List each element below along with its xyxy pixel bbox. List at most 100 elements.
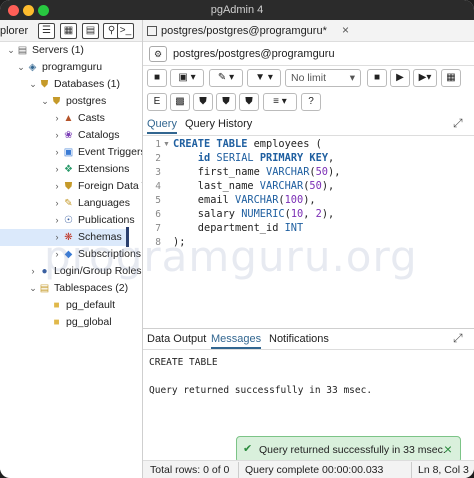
tree-node-casts[interactable]: › ▲ Casts [52,110,105,127]
tab-data-output[interactable]: Data Output [147,333,206,345]
table-view-icon[interactable]: ▦ [60,23,77,39]
chevron-right-icon[interactable]: › [52,127,62,144]
help-icon[interactable]: ? [301,93,321,111]
open-file-icon[interactable]: ■ [147,69,167,87]
line-gutter: 1 ▼ 2 3 4 5 6 7 8 [143,136,170,328]
connection-label[interactable]: postgres/postgres@programguru [173,48,335,60]
tree-node-databases[interactable]: ⌄ ⛊ Databases (1) [28,76,120,93]
line-number: 3 [155,167,161,178]
tab-notifications[interactable]: Notifications [269,333,329,345]
execute-icon[interactable]: ▶ [390,69,410,87]
extensions-icon: ❖ [64,164,73,175]
stop-icon[interactable]: ■ [367,69,387,87]
line-number: 5 [155,195,161,206]
chevron-right-icon[interactable]: › [52,178,62,195]
query-tool-icon [147,26,157,36]
query-tool-tab-title: postgres/postgres@programguru* [161,25,327,37]
window-title: pgAdmin 4 [210,4,264,16]
chevron-right-icon[interactable]: › [52,229,62,246]
expand-icon[interactable]: ⤢ [453,331,463,346]
execute-options-icon[interactable]: ▶▾ [413,69,437,87]
clear-icon[interactable]: ⛊ [239,93,259,111]
tree-node-extensions[interactable]: › ❖ Extensions [52,161,130,178]
check-circle-icon: ✔ [243,443,253,455]
chart-icon[interactable]: ▩ [170,93,190,111]
catalogs-icon: ❀ [64,130,73,141]
close-toast-icon[interactable]: × [444,441,452,457]
tree-node-label: Databases (1) [54,78,120,90]
tree-node-pg-global[interactable]: ■ pg_global [40,314,111,331]
tab-query-history[interactable]: Query History [185,118,252,130]
chevron-right-icon[interactable]: › [52,195,62,212]
output-tabs: Data Output Messages Notifications ⤢ [143,329,474,350]
edit-icon[interactable]: ✎ ▾ [209,69,243,87]
tree-node-subscriptions[interactable]: › ◆ Subscriptions [52,246,142,263]
object-properties-icon[interactable]: ☰ [38,23,55,39]
tree-node-catalogs[interactable]: › ❀ Catalogs [52,127,120,144]
status-query-complete: Query complete 00:00:00.033 [245,464,384,476]
tree-node-foreign-data[interactable]: ›⛊ Foreign Data W [52,178,143,195]
tree-node-servers[interactable]: ⌄ ▤ Servers (1) [6,42,84,59]
tree-node-programguru[interactable]: ⌄ ◈ programguru [16,59,102,76]
chevron-down-icon[interactable]: ⌄ [28,280,38,297]
chevron-right-icon[interactable]: › [52,161,62,178]
chevron-right-icon[interactable]: › [28,263,38,280]
chevron-right-icon[interactable]: › [52,246,62,263]
connection-bar: ⚙ postgres/postgres@programguru [143,42,474,66]
chevron-down-icon[interactable]: ⌄ [16,59,26,76]
tree-node-publications[interactable]: › ☉ Publications [52,212,135,229]
object-explorer-tree: ⌄ ▤ Servers (1) ⌄ ◈ programguru ⌄ ⛊ Databases … [0,42,142,470]
explain-analyze-icon[interactable]: E [147,93,167,111]
sql-editor[interactable]: 1 ▼ 2 3 4 5 6 7 8 CREATE TABLE employees… [143,136,474,328]
tab-messages[interactable]: Messages [211,333,262,349]
code-line: department_id INT [173,222,304,234]
commit-icon[interactable]: ⛊ [193,93,213,111]
subscriptions-icon: ◆ [64,249,73,260]
tree-scrollbar[interactable] [126,227,129,247]
chevron-right-icon[interactable]: › [52,212,62,229]
languages-icon: ✎ [64,198,73,209]
query-tool-tab[interactable]: postgres/postgres@programguru* × [143,20,474,42]
status-separator [238,462,239,478]
tree-node-label: Login/Group Roles [54,265,142,277]
tree-node-postgres[interactable]: ⌄ ⛊ postgres [40,93,106,110]
tree-node-languages[interactable]: › ✎ Languages [52,195,130,212]
fold-chevron-icon[interactable]: ▼ [163,141,170,148]
chevron-right-icon[interactable]: › [52,110,62,127]
pgadmin-window: pgAdmin 4 plorer ☰ ▦ ▤ ⚲ >_ ⌄ ▤ Servers (1… [0,0,474,478]
foreign-data-icon: ⛊ [64,181,73,192]
tree-node-pg-default[interactable]: ■ pg_default [40,297,115,314]
psql-tool-icon[interactable]: >_ [117,23,134,39]
code-line: salary NUMERIC(10, 2), [173,208,335,220]
filter-rows-icon[interactable]: ▤ [82,23,99,39]
tab-query[interactable]: Query [147,118,177,134]
status-bar: Total rows: 0 of 0 Query complete 00:00:… [143,460,474,478]
explain-icon[interactable]: ▦ [441,69,461,87]
tree-node-event-triggers[interactable]: › ▣ Event Triggers [52,144,143,161]
row-limit-select[interactable]: No limit ▾ [285,69,361,87]
rollback-icon[interactable]: ⛊ [216,93,236,111]
filter-icon[interactable]: ▼ ▾ [247,69,281,87]
status-total-rows: Total rows: 0 of 0 [150,464,230,476]
tree-node-label: Publications [78,214,135,226]
tree-node-schemas[interactable]: › ❋ Schemas [0,229,126,246]
connection-status-icon[interactable]: ⚙ [149,46,167,62]
save-file-icon[interactable]: ▣ ▾ [170,69,204,87]
chevron-right-icon[interactable]: › [52,144,62,161]
code-line: ); [173,236,186,248]
close-tab-icon[interactable]: × [342,23,349,37]
query-toolbar-primary: ■ ▣ ▾ ✎ ▾ ▼ ▾ No limit ▾ ■ ▶ ▶▾ ▦ [143,66,474,90]
line-number: 2 [155,153,161,164]
roles-icon: ● [41,266,48,277]
query-toolbar-secondary: E ▩ ⛊ ⛊ ⛊ ≡ ▾ ? [143,90,474,114]
chevron-down-icon[interactable]: ⌄ [6,42,16,59]
message-line: Query returned successfully in 33 msec. [149,385,373,396]
chevron-down-icon[interactable]: ⌄ [28,76,38,93]
macros-icon[interactable]: ≡ ▾ [263,93,297,111]
tree-node-login-group-roles[interactable]: › ● Login/Group Roles [28,263,142,280]
line-number: 4 [155,181,161,192]
expand-icon[interactable]: ⤢ [453,116,463,131]
tree-node-label: Catalogs [78,129,120,141]
tree-node-tablespaces[interactable]: ⌄ ▤ Tablespaces (2) [28,280,128,297]
chevron-down-icon[interactable]: ⌄ [40,93,50,110]
